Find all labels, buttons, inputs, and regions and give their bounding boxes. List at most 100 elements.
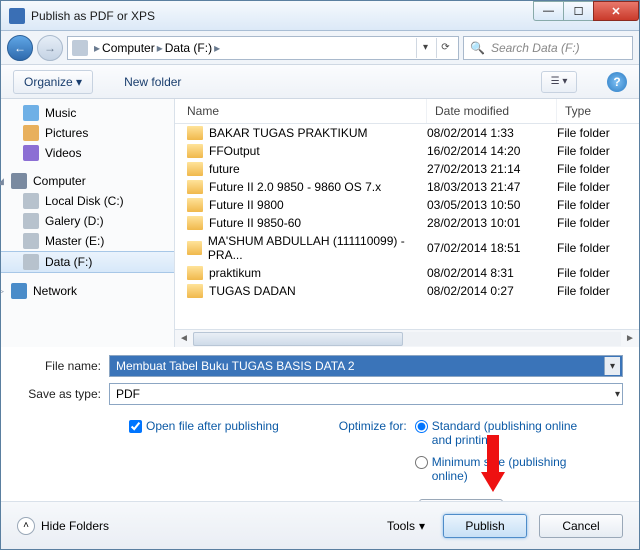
column-type[interactable]: Type: [557, 99, 639, 123]
file-name: Future II 9800: [209, 198, 284, 212]
file-date: 28/02/2013 10:01: [427, 216, 557, 230]
file-name: FFOutput: [209, 144, 260, 158]
file-type: File folder: [557, 180, 639, 194]
file-date: 27/02/2013 21:14: [427, 162, 557, 176]
column-date[interactable]: Date modified: [427, 99, 557, 123]
open-after-checkbox[interactable]: Open file after publishing: [129, 419, 279, 491]
tree-galery-d[interactable]: Galery (D:): [1, 211, 174, 231]
saveastype-select[interactable]: PDF▾: [109, 383, 623, 405]
search-input[interactable]: 🔍 Search Data (F:): [463, 36, 633, 60]
file-type: File folder: [557, 216, 639, 230]
tree-pictures[interactable]: Pictures: [1, 123, 174, 143]
search-icon: 🔍: [470, 41, 485, 55]
folder-icon: [187, 284, 203, 298]
drive-icon: [23, 213, 39, 229]
file-name: praktikum: [209, 266, 261, 280]
file-row[interactable]: Future II 9850-6028/02/2013 10:01File fo…: [175, 214, 639, 232]
hide-folders-button[interactable]: ˄ Hide Folders: [17, 517, 109, 535]
file-name: Future II 2.0 9850 - 9860 OS 7.x: [209, 180, 381, 194]
file-type: File folder: [557, 241, 639, 255]
tools-menu[interactable]: Tools ▾: [387, 519, 425, 533]
optimize-label: Optimize for:: [339, 419, 407, 433]
file-row[interactable]: Future II 2.0 9850 - 9860 OS 7.x 18/03/20…: [175, 178, 639, 196]
optimize-standard-radio[interactable]: [415, 420, 428, 433]
open-after-checkbox-input[interactable]: [129, 420, 142, 433]
file-date: 16/02/2014 14:20: [427, 144, 557, 158]
tree-network[interactable]: ▷Network: [1, 281, 174, 301]
folder-icon: [187, 180, 203, 194]
file-date: 18/03/2013 21:47: [427, 180, 557, 194]
breadcrumb-drive[interactable]: Data (F:): [165, 41, 212, 55]
breadcrumb-dropdown-icon[interactable]: ▾: [416, 38, 434, 58]
maximize-button[interactable]: ☐: [563, 1, 593, 21]
tree-music[interactable]: Music: [1, 103, 174, 123]
organize-button[interactable]: Organize ▾: [13, 70, 93, 94]
drive-icon: [23, 193, 39, 209]
cancel-button[interactable]: Cancel: [539, 514, 623, 538]
close-button[interactable]: ✕: [593, 1, 639, 21]
tree-master-e[interactable]: Master (E:): [1, 231, 174, 251]
drive-icon: [23, 233, 39, 249]
pictures-icon: [23, 125, 39, 141]
nav-back-button[interactable]: ←: [7, 35, 33, 61]
minimize-button[interactable]: —: [533, 1, 563, 21]
folder-icon: [187, 266, 203, 280]
folder-icon: [187, 216, 203, 230]
file-list-pane: Name Date modified Type BAKAR TUGAS PRAK…: [175, 99, 639, 347]
publish-dialog: Publish as PDF or XPS — ☐ ✕ ← → ▸ Comput…: [0, 0, 640, 550]
refresh-icon[interactable]: ⟳: [436, 38, 454, 58]
new-folder-button[interactable]: New folder: [113, 70, 192, 94]
dropdown-icon[interactable]: ▾: [604, 357, 620, 375]
optimize-minimum-radio[interactable]: [415, 456, 428, 469]
toolbar: Organize ▾ New folder ☰ ▾ ?: [1, 65, 639, 99]
column-name[interactable]: Name: [175, 99, 427, 123]
help-button[interactable]: ?: [607, 72, 627, 92]
tree-data-f[interactable]: Data (F:): [1, 251, 174, 273]
tree-computer[interactable]: ◢Computer: [1, 171, 174, 191]
tree-local-disk-c[interactable]: Local Disk (C:): [1, 191, 174, 211]
breadcrumb-computer[interactable]: Computer: [102, 41, 155, 55]
filename-input[interactable]: Membuat Tabel Buku TUGAS BASIS DATA 2▾: [109, 355, 623, 377]
scroll-left-icon[interactable]: ◄: [175, 333, 193, 344]
file-type: File folder: [557, 144, 639, 158]
computer-icon: [11, 173, 27, 189]
filename-label: File name:: [17, 359, 109, 373]
folder-icon: [187, 144, 203, 158]
file-list: BAKAR TUGAS PRAKTIKUM08/02/2014 1:33File…: [175, 124, 639, 329]
expand-icon[interactable]: ▷: [1, 286, 4, 297]
view-mode-button[interactable]: ☰ ▾: [541, 71, 577, 93]
file-row[interactable]: Future II 9800 03/05/2013 10:50File folde…: [175, 196, 639, 214]
file-row[interactable]: praktikum 08/02/2014 8:31File folder: [175, 264, 639, 282]
collapse-icon[interactable]: ◢: [1, 176, 4, 187]
file-row[interactable]: MA'SHUM ABDULLAH (111110099) - PRA...07/…: [175, 232, 639, 264]
body: Music Pictures Videos ◢Computer Local Di…: [1, 99, 639, 347]
publish-button[interactable]: Publish: [443, 514, 527, 538]
chevron-down-icon: ▾: [419, 519, 425, 533]
optimize-minimum-label: Minimum size (publishing online): [432, 455, 592, 483]
breadcrumb[interactable]: ▸ Computer ▸ Data (F:) ▸ ▾ ⟳: [67, 36, 459, 60]
horizontal-scrollbar[interactable]: ◄ ►: [175, 329, 639, 347]
file-date: 08/02/2014 8:31: [427, 266, 557, 280]
chevron-up-icon: ˄: [17, 517, 35, 535]
file-row[interactable]: TUGAS DADAN08/02/2014 0:27File folder: [175, 282, 639, 300]
folder-icon: [187, 198, 203, 212]
optimize-group: Optimize for: Standard (publishing onlin…: [339, 419, 592, 491]
file-type: File folder: [557, 198, 639, 212]
file-type: File folder: [557, 162, 639, 176]
file-date: 03/05/2013 10:50: [427, 198, 557, 212]
scroll-track[interactable]: [193, 332, 621, 346]
titlebar: Publish as PDF or XPS — ☐ ✕: [1, 1, 639, 31]
word-icon: [9, 8, 25, 24]
chevron-right-icon: ▸: [214, 41, 220, 55]
file-row[interactable]: future27/02/2013 21:14File folder: [175, 160, 639, 178]
file-type: File folder: [557, 266, 639, 280]
scroll-right-icon[interactable]: ►: [621, 333, 639, 344]
videos-icon: [23, 145, 39, 161]
dropdown-icon[interactable]: ▾: [615, 389, 620, 400]
file-row[interactable]: FFOutput 16/02/2014 14:20File folder: [175, 142, 639, 160]
file-date: 08/02/2014 1:33: [427, 126, 557, 140]
scroll-thumb[interactable]: [193, 332, 403, 346]
file-row[interactable]: BAKAR TUGAS PRAKTIKUM08/02/2014 1:33File…: [175, 124, 639, 142]
tree-videos[interactable]: Videos: [1, 143, 174, 163]
nav-forward-button[interactable]: →: [37, 35, 63, 61]
